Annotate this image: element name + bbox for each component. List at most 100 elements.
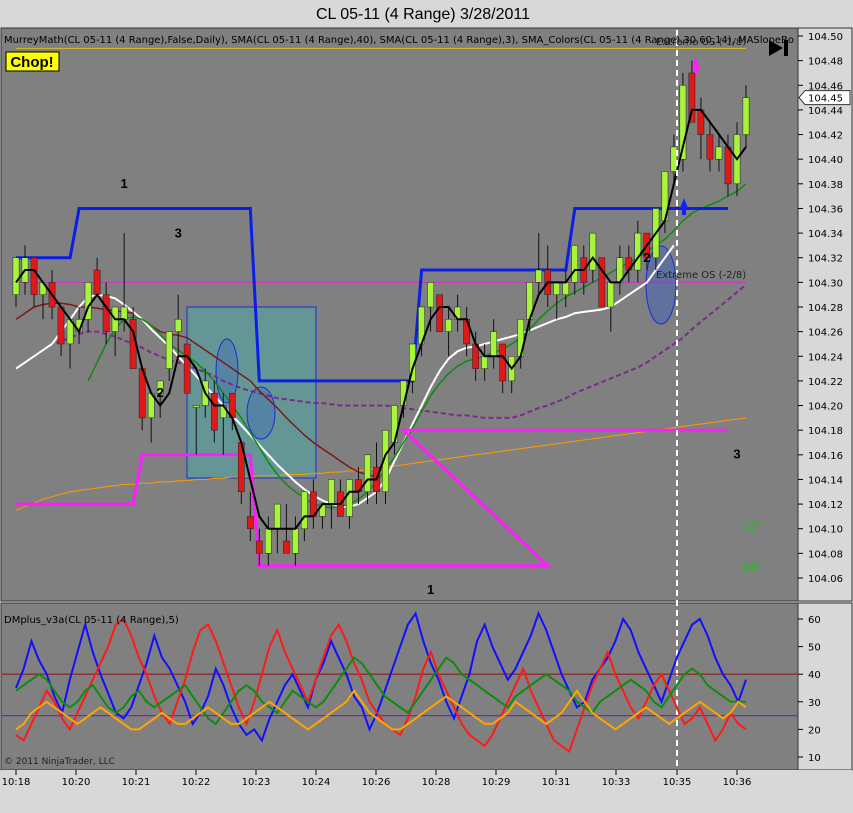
price-tick-label: 104.28 <box>808 303 843 314</box>
price-tick-label: 104.20 <box>808 402 843 413</box>
dm-tick-label: 10 <box>808 753 821 764</box>
candle-body <box>174 319 182 332</box>
candle-body <box>553 282 561 295</box>
price-tick-label: 104.12 <box>808 500 843 511</box>
candle-body <box>120 306 128 320</box>
down-arrow-stem <box>694 60 698 67</box>
candle-body <box>192 405 200 408</box>
price-tick-label: 104.30 <box>808 278 843 289</box>
candle-body <box>634 232 642 271</box>
price-tick-label: 104.06 <box>808 574 843 585</box>
candle-body <box>607 282 615 308</box>
price-tick-label: 104.32 <box>808 254 843 265</box>
price-tick-label: 104.48 <box>808 57 843 68</box>
candle-body <box>292 528 299 554</box>
candle-body <box>724 146 732 185</box>
candle-body <box>589 232 597 271</box>
dm-tick-label: 40 <box>808 670 821 681</box>
candle-body <box>246 516 254 529</box>
swing-label: 3 <box>733 447 740 462</box>
swing-label: 1 <box>121 176 128 191</box>
candle-body <box>571 245 579 283</box>
candle-body <box>436 294 443 332</box>
candle-body <box>210 392 218 431</box>
time-tick-label: 10:28 <box>422 777 451 788</box>
price-tick-label: 104.14 <box>808 475 843 486</box>
extreme-os-mid-label: Extreme OS (-2/8) <box>656 270 746 281</box>
candle-body <box>598 257 606 308</box>
time-tick-label: 10:23 <box>242 777 271 788</box>
price-tick-label: 104.10 <box>808 525 843 536</box>
candle-body <box>273 503 281 529</box>
price-tick-label: 104.26 <box>808 328 843 339</box>
candle-body <box>57 306 65 345</box>
price-tick-label: 104.16 <box>808 451 843 462</box>
candle-body <box>255 540 263 554</box>
candle-body <box>445 319 452 332</box>
dm-axis[interactable] <box>797 602 853 771</box>
up-arrow-stem <box>682 207 686 215</box>
candle-body <box>183 343 191 394</box>
candle-body <box>499 343 507 382</box>
candle-body <box>706 134 714 160</box>
right-label-44: 44" <box>742 558 763 574</box>
candle-body <box>283 540 290 554</box>
dm-tick-label: 30 <box>808 698 821 709</box>
dm-panel[interactable] <box>0 602 799 771</box>
price-tick-label: 104.08 <box>808 549 843 560</box>
swing-label: 3 <box>175 225 182 240</box>
time-tick-label: 10:26 <box>362 777 391 788</box>
candle <box>436 294 443 332</box>
candle-body <box>427 282 434 308</box>
time-tick-label: 10:36 <box>723 777 752 788</box>
candle-body <box>715 146 723 160</box>
candle-body <box>264 528 272 554</box>
price-tick-label: 104.44 <box>808 106 843 117</box>
candle-body <box>490 331 497 357</box>
analysis-ellipse-3 <box>645 245 677 325</box>
chop-badge: Chop! <box>5 51 60 72</box>
candle-body <box>301 491 308 530</box>
time-tick-label: 10:33 <box>602 777 631 788</box>
price-tick-label: 104.42 <box>808 131 843 142</box>
swing-label: 1 <box>427 582 434 597</box>
time-tick-label: 10:21 <box>122 777 151 788</box>
dm-tick-label: 20 <box>808 725 821 736</box>
dm-indicator-label: DMplus_v3a(CL 05-11 (4 Range),5) <box>4 615 179 626</box>
time-tick-label: 10:18 <box>2 777 31 788</box>
price-tick-label: 104.36 <box>808 204 843 215</box>
extreme-os-top-label: Extreme OS (-1/8) <box>656 37 746 48</box>
current-price-marker: 104.45 <box>798 90 851 106</box>
copyright-label: © 2011 NinjaTrader, LLC <box>4 757 115 767</box>
price-tick-label: 104.34 <box>808 229 843 240</box>
price-tick-label: 104.18 <box>808 426 843 437</box>
candle <box>598 257 606 308</box>
candle-body <box>346 479 353 517</box>
candle-body <box>30 257 38 295</box>
price-tick-label: 104.50 <box>808 32 843 43</box>
candle-body <box>481 356 488 369</box>
candle-body <box>328 479 335 505</box>
candle-body <box>12 257 20 295</box>
dm-tick-label: 60 <box>808 615 821 626</box>
price-tick-label: 104.22 <box>808 377 843 388</box>
time-tick-label: 10:35 <box>663 777 692 788</box>
candle-body <box>562 282 570 295</box>
price-tick-label: 104.40 <box>808 155 843 166</box>
candle-body <box>535 269 543 283</box>
candle-body <box>165 331 173 369</box>
candle <box>183 343 191 394</box>
dm-tick-label: 50 <box>808 643 821 654</box>
candle-body <box>364 454 371 493</box>
price-tick-label: 104.24 <box>808 352 843 363</box>
swing-label: 2 <box>157 385 164 400</box>
price-tick-label: 104.38 <box>808 180 843 191</box>
trading-chart: CL 05-11 (4 Range) 3/28/2011 1 3 2 1 2 3 104.… <box>0 0 853 813</box>
time-tick-label: 10:31 <box>542 777 571 788</box>
price-panel[interactable] <box>0 27 799 602</box>
window-title: CL 05-11 (4 Range) 3/28/2011 <box>316 6 530 23</box>
time-tick-label: 10:20 <box>62 777 91 788</box>
swing-label: 2 <box>643 250 650 265</box>
time-tick-label: 10:24 <box>302 777 331 788</box>
candle-body <box>93 269 101 295</box>
